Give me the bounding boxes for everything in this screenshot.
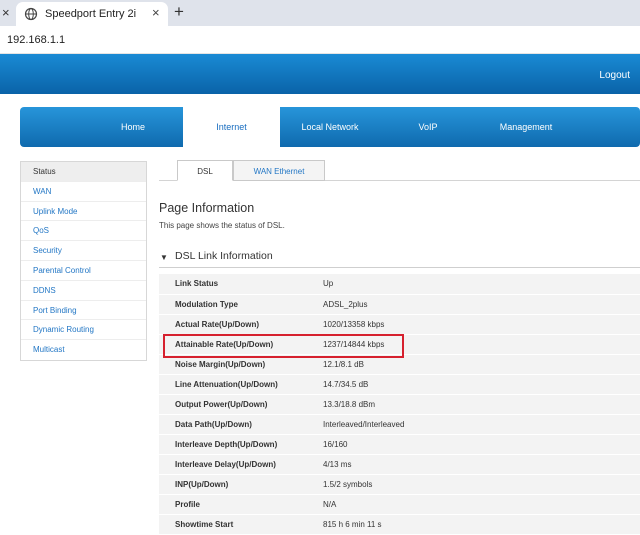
address-bar[interactable]: 192.168.1.1 bbox=[0, 26, 640, 54]
table-row: Showtime Start 815 h 6 min 11 s bbox=[159, 514, 640, 535]
section-divider bbox=[159, 267, 640, 268]
globe-icon bbox=[24, 7, 38, 21]
nav-management[interactable]: Management bbox=[476, 107, 576, 147]
side-menu-parental-control[interactable]: Parental Control bbox=[21, 261, 146, 281]
highlight-box bbox=[163, 334, 404, 358]
table-row: Link Status Up bbox=[159, 274, 640, 295]
side-menu-port-binding[interactable]: Port Binding bbox=[21, 301, 146, 321]
row-value: 4/13 ms bbox=[323, 454, 640, 475]
row-label: Output Power(Up/Down) bbox=[159, 394, 323, 415]
table-row: Modulation Type ADSL_2plus bbox=[159, 294, 640, 315]
new-tab-icon[interactable]: + bbox=[174, 2, 184, 22]
side-menu-status[interactable]: Status bbox=[21, 162, 146, 182]
header-band: Logout bbox=[0, 54, 640, 94]
page-title: Page Information bbox=[159, 201, 255, 215]
table-row: INP(Up/Down) 1.5/2 symbols bbox=[159, 474, 640, 495]
row-label: Actual Rate(Up/Down) bbox=[159, 314, 323, 335]
nav-internet[interactable]: Internet bbox=[183, 103, 280, 151]
side-menu-uplink-mode[interactable]: Uplink Mode bbox=[21, 202, 146, 222]
tab-dsl[interactable]: DSL bbox=[177, 160, 233, 181]
close-icon[interactable]: × bbox=[2, 5, 10, 20]
row-value: Up bbox=[323, 274, 640, 295]
side-menu-security[interactable]: Security bbox=[21, 241, 146, 261]
row-value: 13.3/18.8 dBm bbox=[323, 394, 640, 415]
row-value: 14.7/34.5 dB bbox=[323, 374, 640, 395]
browser-tabstrip: × Speedport Entry 2i × + bbox=[0, 0, 640, 26]
dsl-info-table: Link Status Up Modulation Type ADSL_2plus … bbox=[159, 274, 640, 535]
table-row: Data Path(Up/Down) Interleaved/Interleave… bbox=[159, 414, 640, 435]
row-value: ADSL_2plus bbox=[323, 294, 640, 315]
row-value: Interleaved/Interleaved bbox=[323, 414, 640, 435]
collapse-arrow-icon[interactable]: ▼ bbox=[160, 253, 168, 262]
side-menu-multicast[interactable]: Multicast bbox=[21, 340, 146, 360]
side-menu-wan[interactable]: WAN bbox=[21, 182, 146, 202]
tab-wan-ethernet[interactable]: WAN Ethernet bbox=[233, 160, 325, 181]
row-value: N/A bbox=[323, 494, 640, 515]
row-value: 1020/13358 kbps bbox=[323, 314, 640, 335]
browser-tab[interactable]: Speedport Entry 2i × bbox=[16, 2, 168, 26]
logout-link[interactable]: Logout bbox=[599, 70, 630, 81]
table-row: Interleave Delay(Up/Down) 4/13 ms bbox=[159, 454, 640, 475]
row-value: 16/160 bbox=[323, 434, 640, 455]
side-menu-dynamic-routing[interactable]: Dynamic Routing bbox=[21, 320, 146, 341]
nav-voip[interactable]: VoIP bbox=[380, 107, 476, 147]
section-title[interactable]: DSL Link Information bbox=[175, 250, 273, 262]
side-menu-ddns[interactable]: DDNS bbox=[21, 281, 146, 301]
side-menu-qos[interactable]: QoS bbox=[21, 221, 146, 242]
row-label: Showtime Start bbox=[159, 514, 323, 535]
side-menu: Status WAN Uplink Mode QoS Security Pare… bbox=[20, 161, 147, 361]
browser-tab-title: Speedport Entry 2i bbox=[45, 8, 137, 20]
row-label: Interleave Delay(Up/Down) bbox=[159, 454, 323, 475]
row-value: 815 h 6 min 11 s bbox=[323, 514, 640, 535]
table-row: Profile N/A bbox=[159, 494, 640, 515]
url-text[interactable]: 192.168.1.1 bbox=[7, 34, 65, 46]
main-nav: Home Internet Local Network VoIP Managem… bbox=[20, 103, 640, 151]
table-row: Line Attenuation(Up/Down) 14.7/34.5 dB bbox=[159, 374, 640, 395]
table-row: Interleave Depth(Up/Down) 16/160 bbox=[159, 434, 640, 455]
table-row: Output Power(Up/Down) 13.3/18.8 dBm bbox=[159, 394, 640, 415]
table-row: Actual Rate(Up/Down) 1020/13358 kbps bbox=[159, 314, 640, 335]
tab-close-icon[interactable]: × bbox=[152, 5, 160, 20]
row-label: INP(Up/Down) bbox=[159, 474, 323, 495]
page-description: This page shows the status of DSL. bbox=[159, 221, 285, 230]
row-label: Profile bbox=[159, 494, 323, 515]
row-label: Data Path(Up/Down) bbox=[159, 414, 323, 435]
row-value: 1.5/2 symbols bbox=[323, 474, 640, 495]
nav-home[interactable]: Home bbox=[82, 107, 184, 147]
row-label: Line Attenuation(Up/Down) bbox=[159, 374, 323, 395]
row-label: Modulation Type bbox=[159, 294, 323, 315]
row-label: Interleave Depth(Up/Down) bbox=[159, 434, 323, 455]
row-label: Link Status bbox=[159, 274, 323, 295]
nav-local-network[interactable]: Local Network bbox=[280, 107, 380, 147]
